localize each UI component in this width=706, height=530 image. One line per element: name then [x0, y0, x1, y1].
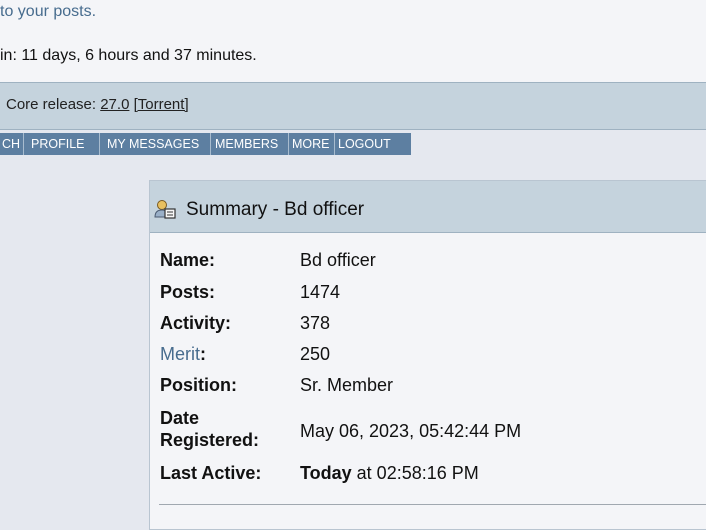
menu-item-search[interactable]: CH [0, 133, 24, 155]
last-active-today: Today [300, 463, 352, 483]
merit-value: 250 [300, 344, 331, 364]
date-registered-label: Date Registered: [160, 407, 259, 451]
last-active-label: Last Active: [160, 463, 262, 483]
merit-link[interactable]: Merit [160, 344, 200, 364]
menu-item-my-messages[interactable]: MY MESSAGES [100, 133, 211, 155]
summary-panel: Summary - Bd officer Name: Bd officer Po… [149, 180, 706, 530]
top-area: to your posts. in: 11 days, 6 hours and … [0, 0, 706, 82]
name-label: Name: [160, 250, 216, 270]
last-active-value: Today at 02:58:16 PM [300, 463, 479, 484]
summary-title: Summary - Bd officer [186, 199, 365, 220]
posts-label: Posts: [160, 282, 216, 302]
posts-link[interactable]: to your posts. [0, 3, 96, 21]
activity-value: 378 [300, 313, 331, 333]
menu-item-profile[interactable]: PROFILE [24, 133, 100, 155]
summary-header: Summary - Bd officer [150, 181, 706, 233]
menu-item-members[interactable]: MEMBERS [211, 133, 289, 155]
menu-item-more[interactable]: MORE [289, 133, 335, 155]
date-label-line2: Registered: [160, 430, 260, 450]
release-text: Core release: 27.0 [Torrent] [6, 96, 189, 113]
release-prefix: Core release: [6, 96, 101, 113]
date-label-line1: Date [160, 408, 200, 428]
name-value: Bd officer [300, 250, 376, 270]
user-card-icon [154, 198, 176, 220]
time-online-text: in: 11 days, 6 hours and 37 minutes. [0, 47, 257, 64]
position-value: Sr. Member [300, 375, 394, 395]
release-bar: Core release: 27.0 [Torrent] [0, 82, 706, 130]
merit-label-row: Merit: [160, 344, 206, 365]
menu-item-logout[interactable]: LOGOUT [335, 133, 411, 155]
main-menu: CH PROFILE MY MESSAGES MEMBERS MORE LOGO… [0, 133, 411, 155]
activity-label: Activity: [160, 313, 232, 333]
release-version-link[interactable]: 27.0 [100, 96, 129, 113]
date-registered-value: May 06, 2023, 05:42:44 PM [300, 421, 522, 441]
last-active-time: at 02:58:16 PM [351, 463, 479, 483]
merit-colon: : [200, 344, 206, 364]
position-label: Position: [160, 375, 237, 395]
posts-value: 1474 [300, 282, 341, 302]
summary-divider [159, 504, 706, 505]
torrent-link[interactable]: [Torrent] [134, 96, 189, 113]
